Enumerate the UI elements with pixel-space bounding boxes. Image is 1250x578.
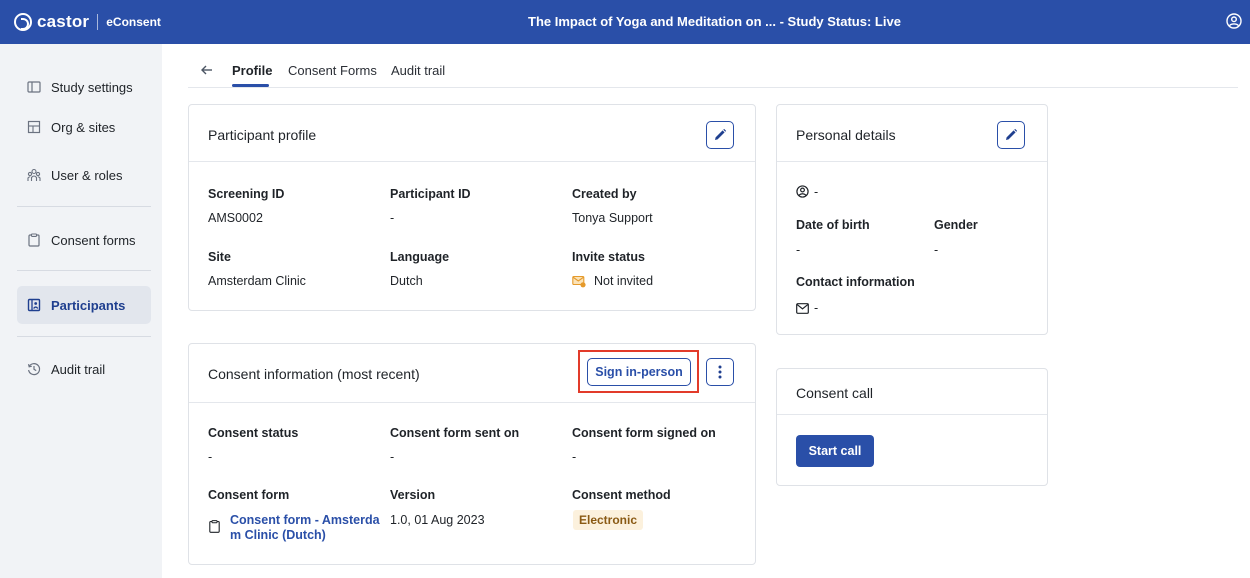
sent-on-value: - [390, 450, 395, 464]
top-bar: castor eConsent The Impact of Yoga and M… [0, 0, 1250, 44]
language-value: Dutch [390, 274, 423, 288]
consent-status-label: Consent status [208, 426, 299, 440]
tab-consent-forms[interactable]: Consent Forms [288, 63, 377, 78]
sidebar-item-study-settings[interactable]: Study settings [17, 68, 151, 106]
consent-form-link-line2: m Clinic (Dutch) [230, 528, 326, 542]
card-title: Consent information (most recent) [208, 366, 420, 382]
active-tab-indicator [232, 84, 269, 87]
sidebar-item-label: Org & sites [51, 119, 116, 135]
back-arrow-icon[interactable] [200, 63, 214, 77]
envelope-icon [796, 303, 809, 314]
version-value: 1.0, 01 Aug 2023 [390, 513, 485, 527]
pencil-icon [715, 128, 727, 140]
brand-name: castor [37, 12, 90, 31]
account-icon[interactable] [1226, 13, 1242, 29]
sidebar-item-label: Participants [51, 297, 126, 313]
castor-logo-icon [14, 13, 32, 31]
card-header: Participant profile [189, 105, 755, 162]
sent-on-label: Consent form sent on [390, 426, 520, 440]
sidebar-item-participants[interactable]: Participants [17, 286, 151, 324]
sidebar-divider [17, 206, 151, 207]
contact-information-label: Contact information [796, 275, 915, 289]
edit-profile-button[interactable] [706, 121, 734, 149]
sidebar-divider [17, 336, 151, 337]
site-value: Amsterdam Clinic [208, 274, 306, 288]
participant-profile-card: Participant profile Screening ID AMS0002… [188, 104, 756, 311]
site-label: Site [208, 250, 231, 264]
clipboard-icon [28, 233, 40, 247]
logo-divider [97, 14, 99, 30]
clipboard-icon [209, 520, 220, 533]
history-icon [27, 363, 41, 376]
personal-details-card: Personal details - Date of birth - Gende… [776, 104, 1048, 335]
contact-information-value: - [814, 301, 819, 315]
participant-id-label: Participant ID [390, 187, 471, 201]
card-header: Consent information (most recent) Sign i… [189, 344, 755, 403]
users-icon [27, 168, 41, 181]
created-by-label: Created by [572, 187, 637, 201]
signed-on-label: Consent form signed on [572, 426, 716, 440]
created-by-value: Tonya Support [572, 211, 653, 225]
date-of-birth-value: - [796, 243, 801, 257]
signed-on-value: - [572, 450, 577, 464]
consent-method-label: Consent method [572, 488, 671, 502]
tab-bar: Profile Consent Forms Audit trail [188, 58, 1238, 88]
date-of-birth-label: Date of birth [796, 218, 870, 232]
consent-form-label: Consent form [208, 488, 290, 502]
sidebar-item-label: Study settings [51, 79, 133, 95]
card-header: Personal details [777, 105, 1047, 162]
pencil-icon [1006, 128, 1018, 140]
envelope-warning-icon [572, 275, 586, 288]
sidebar-item-label: Audit trail [51, 361, 106, 377]
sidebar: Study settings Org & sites User & roles … [0, 44, 162, 578]
building-icon [27, 120, 41, 134]
sidebar-item-consent-forms[interactable]: Consent forms [17, 221, 151, 259]
kebab-icon [718, 365, 722, 379]
book-icon [27, 81, 41, 93]
sidebar-item-user-roles[interactable]: User & roles [17, 156, 151, 194]
consent-information-card: Consent information (most recent) Sign i… [188, 343, 756, 565]
more-options-button[interactable] [706, 358, 734, 386]
name-value: - [814, 185, 819, 199]
card-title: Consent call [796, 385, 874, 401]
version-label: Version [390, 488, 436, 502]
consent-form-link[interactable]: Consent form - Amsterda m Clinic (Dutch) [230, 513, 380, 543]
invite-status-label: Invite status [572, 250, 645, 264]
language-label: Language [390, 250, 450, 264]
screening-id-value: AMS0002 [208, 211, 263, 225]
sidebar-divider [17, 270, 151, 271]
participant-id-value: - [390, 211, 395, 225]
sign-in-person-button[interactable]: Sign in-person [587, 358, 691, 386]
tab-profile[interactable]: Profile [232, 63, 272, 78]
consent-status-value: - [208, 450, 213, 464]
product-name: eConsent [106, 15, 161, 29]
start-call-button[interactable]: Start call [796, 435, 874, 467]
app-logo[interactable]: castor eConsent [14, 12, 161, 32]
invite-status-value: Not invited [594, 274, 654, 288]
sidebar-item-org-sites[interactable]: Org & sites [17, 108, 151, 146]
card-header: Consent call [777, 369, 1047, 415]
consent-call-card: Consent call Start call [776, 368, 1048, 486]
card-title: Participant profile [208, 127, 317, 143]
study-title: The Impact of Yoga and Meditation on ...… [528, 14, 901, 29]
card-title: Personal details [796, 127, 896, 143]
gender-label: Gender [934, 218, 978, 232]
sidebar-item-label: User & roles [51, 167, 123, 183]
person-icon [796, 185, 809, 198]
participants-icon [27, 298, 41, 312]
sidebar-item-audit-trail[interactable]: Audit trail [17, 350, 151, 388]
screening-id-label: Screening ID [208, 187, 285, 201]
edit-personal-details-button[interactable] [997, 121, 1025, 149]
consent-form-link-line1: Consent form - Amsterda [230, 513, 380, 527]
tab-audit-trail[interactable]: Audit trail [391, 63, 445, 78]
consent-method-badge: Electronic [573, 510, 644, 530]
sidebar-item-label: Consent forms [51, 232, 136, 248]
gender-value: - [934, 243, 939, 257]
